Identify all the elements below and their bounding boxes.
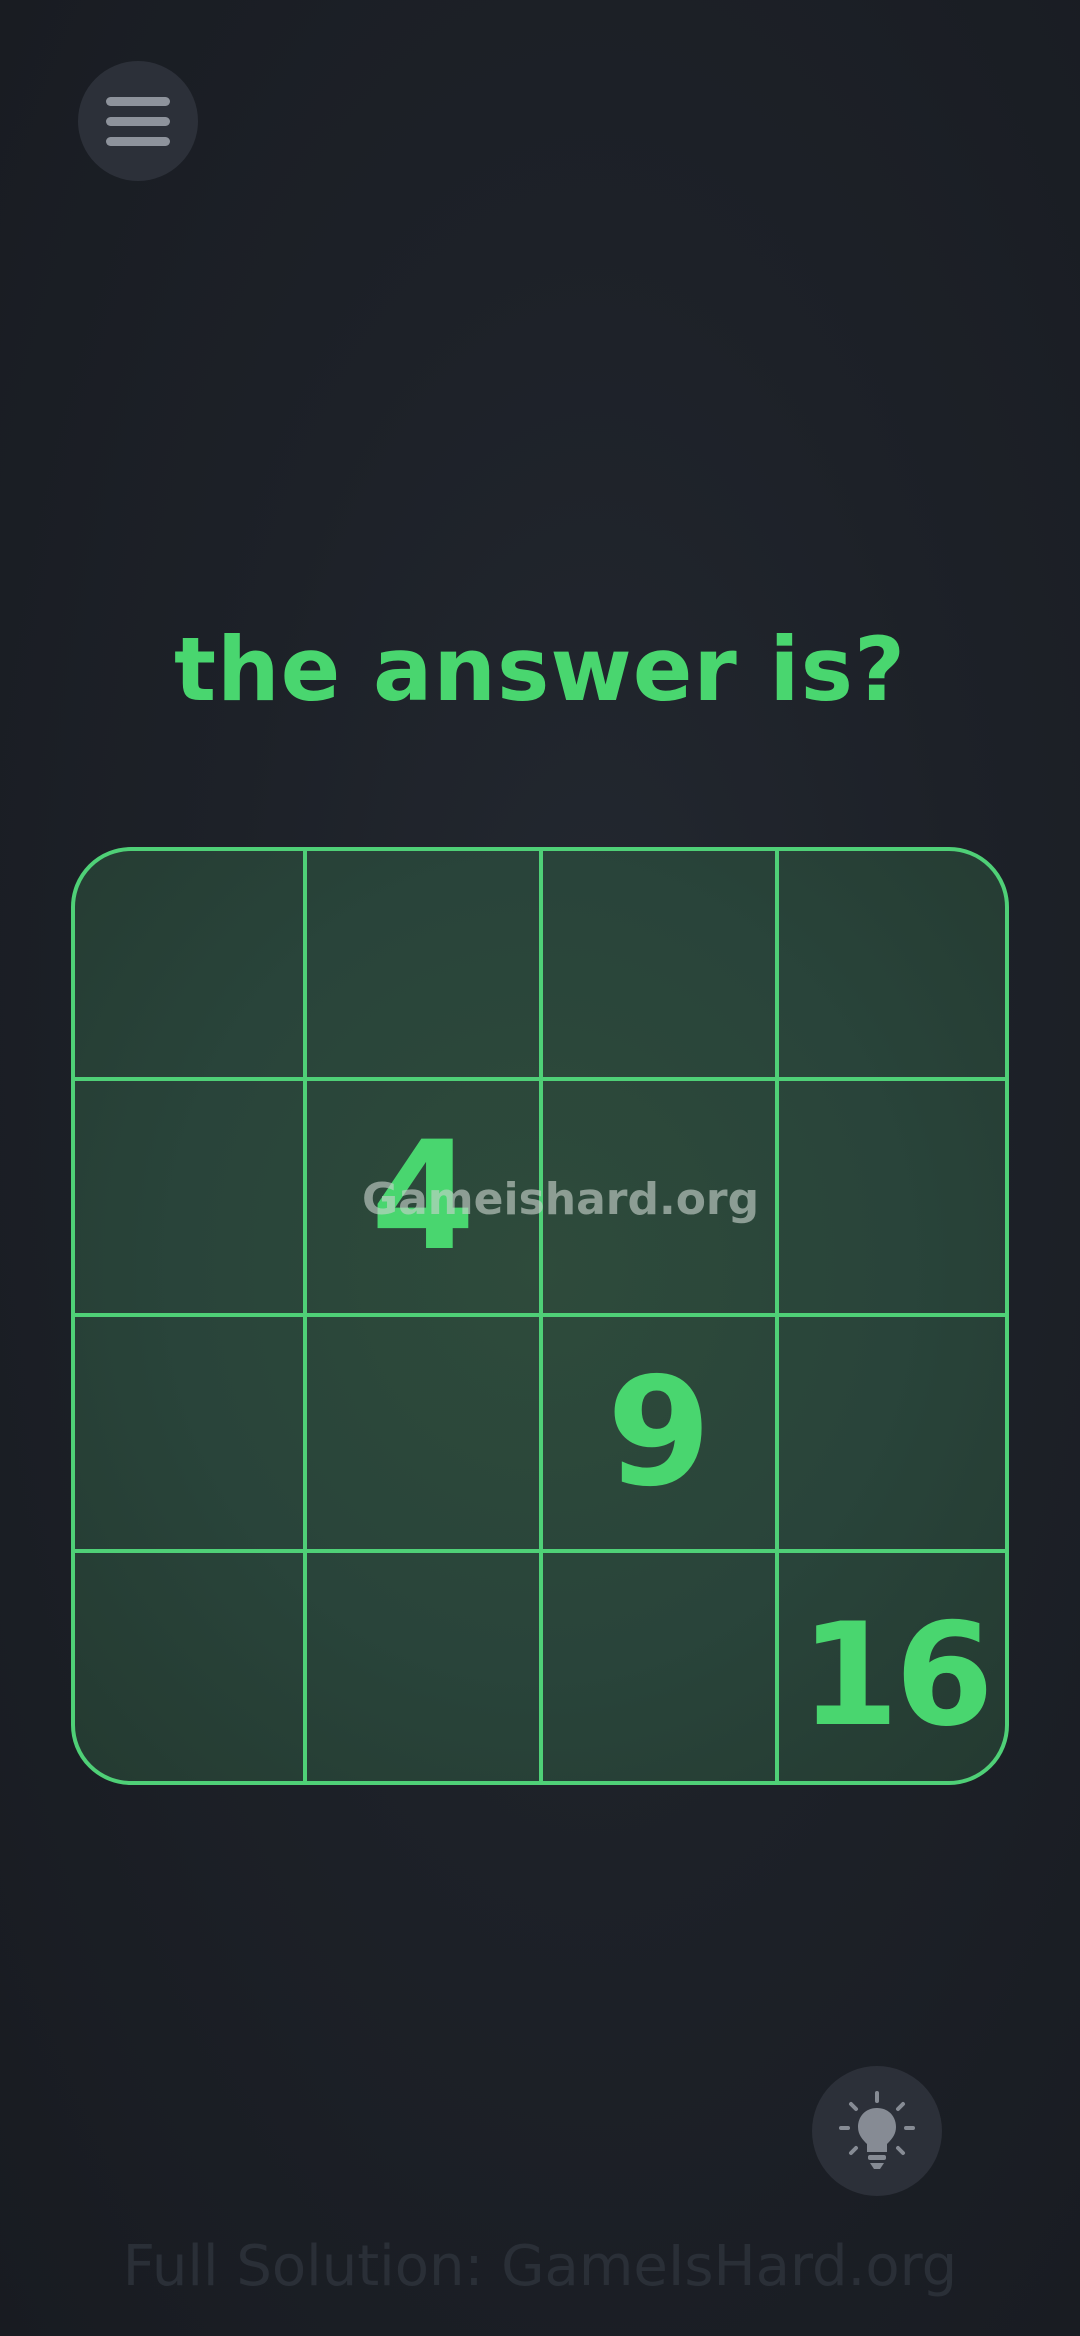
grid-cell-r3-c3[interactable]: 9: [543, 1317, 779, 1553]
grid-cell-r2-c4[interactable]: [779, 1081, 1005, 1317]
grid-cell-r1-c4[interactable]: [779, 851, 1005, 1081]
watermark-text: Gameishard.org: [362, 1174, 760, 1225]
grid-cell-r1-c3[interactable]: [543, 851, 779, 1081]
grid-cell-r3-c4[interactable]: [779, 1317, 1005, 1553]
grid-cell-r3-c2[interactable]: [307, 1317, 543, 1553]
grid-cell-r3-c1[interactable]: [75, 1317, 307, 1553]
grid-cell-r4-c1[interactable]: [75, 1553, 307, 1781]
cell-value: 16: [800, 1593, 994, 1758]
grid-cell-r1-c1[interactable]: [75, 851, 307, 1081]
footer-watermark: Full Solution: GameIsHard.org: [122, 2234, 958, 2299]
question-text: the answer is?: [173, 618, 907, 721]
grid-cell-r4-c4[interactable]: 16: [779, 1553, 1005, 1781]
grid-cell-r2-c1[interactable]: [75, 1081, 307, 1317]
cell-value: 9: [606, 1346, 712, 1520]
puzzle-grid: 4 9 16: [71, 847, 1009, 1785]
menu-button[interactable]: [78, 61, 198, 181]
grid-cell-r1-c2[interactable]: [307, 851, 543, 1081]
hint-button[interactable]: [812, 2066, 942, 2196]
lightbulb-icon: [839, 2091, 915, 2169]
grid-cell-r4-c2[interactable]: [307, 1553, 543, 1781]
grid-cell-r4-c3[interactable]: [543, 1553, 779, 1781]
hamburger-menu-icon: [106, 96, 170, 146]
